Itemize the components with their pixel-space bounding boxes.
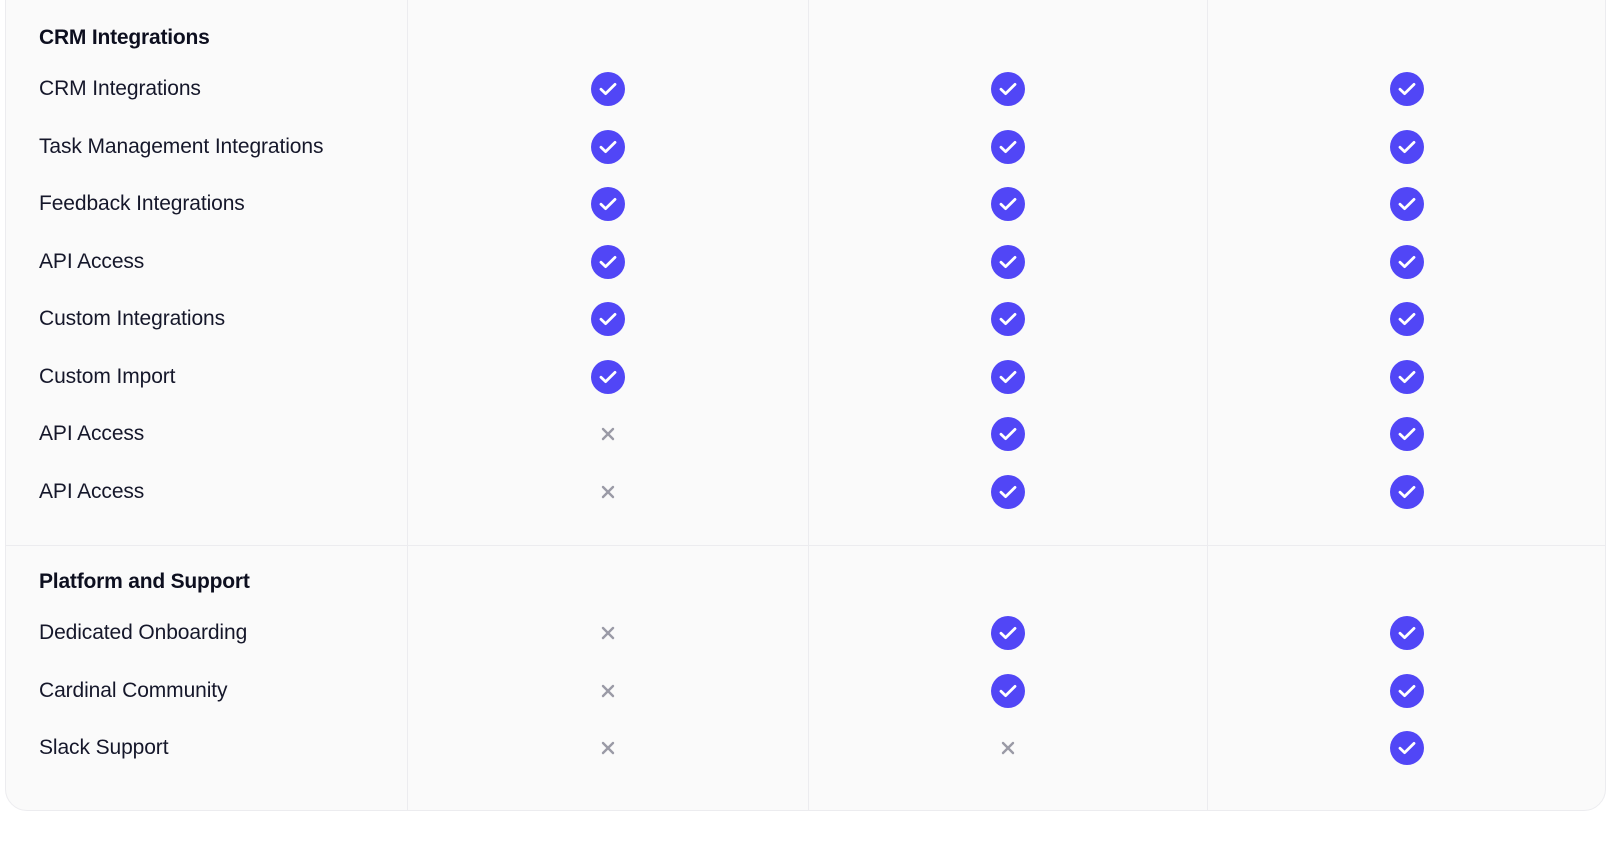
cross-icon (600, 683, 616, 699)
plan-2-cell (808, 60, 1207, 118)
table-row: API Access (6, 405, 1605, 463)
check-icon (990, 417, 1025, 451)
plan-1-cell (407, 405, 808, 463)
table-row: Cardinal Community (6, 662, 1605, 720)
feature-label: API Access (39, 479, 145, 503)
feature-label: Dedicated Onboarding (39, 621, 248, 644)
plan-1-cell (407, 463, 808, 521)
cross-icon (600, 484, 616, 500)
feature-label: Slack Support (39, 736, 169, 759)
check-icon (1390, 359, 1424, 394)
check-icon (990, 244, 1025, 279)
plan-1-cell (407, 348, 808, 406)
plan-1-cell (407, 290, 808, 348)
plan-2-cell (808, 175, 1207, 233)
plan-3-cell (1207, 405, 1605, 463)
plan-3-cell (1207, 118, 1605, 176)
table-row: Dedicated Onboarding (6, 604, 1605, 662)
feature-label: CRM Integrations (39, 77, 201, 100)
check-icon (590, 72, 625, 106)
plan-1-cell (407, 60, 808, 118)
table-row: Custom Import (6, 348, 1605, 406)
table-row: CRM Integrations (6, 60, 1605, 118)
plan-2-cell (808, 463, 1207, 521)
plan-2-cell (808, 662, 1207, 720)
check-icon (590, 244, 625, 279)
feature-label: Task Management Integrations (39, 134, 324, 158)
check-icon (990, 359, 1025, 394)
plan-1-cell (407, 118, 808, 176)
check-icon (1390, 731, 1424, 765)
table-row: API Access (6, 233, 1605, 291)
check-icon (1390, 72, 1424, 106)
plan-2-cell (808, 233, 1207, 291)
plan-3-cell (1207, 60, 1605, 118)
plan-3-cell (1207, 604, 1605, 662)
plan-2-cell (808, 118, 1207, 176)
plan-3-cell (1207, 463, 1605, 521)
check-icon (590, 187, 625, 221)
check-icon (1390, 129, 1424, 164)
table-row: Feedback Integrations (6, 175, 1605, 233)
check-icon (990, 302, 1025, 336)
section-title: CRM Integrations (39, 26, 210, 49)
check-icon (990, 72, 1025, 106)
check-icon (990, 129, 1025, 164)
plan-1-cell (407, 662, 808, 720)
section-divider (6, 545, 1605, 546)
feature-label: API Access (39, 422, 145, 445)
check-icon (1390, 244, 1424, 279)
plan-3-cell (1207, 233, 1605, 291)
table-row: Custom Integrations (6, 290, 1605, 348)
plan-2-cell (808, 348, 1207, 406)
check-icon (990, 474, 1025, 509)
feature-label: Cardinal Community (39, 678, 228, 702)
feature-label: API Access (39, 249, 145, 273)
table-row: Slack Support (6, 719, 1605, 777)
plan-1-cell (407, 175, 808, 233)
check-icon (1390, 616, 1424, 650)
check-icon (990, 616, 1025, 650)
feature-comparison-table: CRM Integrations CRM Integrations Task Man… (5, 0, 1606, 811)
check-icon (1390, 673, 1424, 708)
plan-1-cell (407, 719, 808, 777)
cross-icon (600, 625, 616, 641)
feature-label: Custom Import (39, 364, 176, 388)
plan-3-cell (1207, 175, 1605, 233)
check-icon (990, 187, 1025, 221)
section-title: Platform and Support (39, 570, 250, 593)
plan-3-cell (1207, 662, 1605, 720)
plan-2-cell (808, 290, 1207, 348)
cross-icon (600, 740, 616, 756)
plan-2-cell (808, 405, 1207, 463)
check-icon (1390, 302, 1424, 336)
feature-label: Custom Integrations (39, 307, 226, 330)
check-icon (990, 673, 1025, 708)
plan-2-cell (808, 719, 1207, 777)
table-row: Task Management Integrations (6, 118, 1605, 176)
check-icon (590, 129, 625, 164)
check-icon (1390, 474, 1424, 509)
plan-3-cell (1207, 290, 1605, 348)
check-icon (590, 359, 625, 394)
table-row: API Access (6, 463, 1605, 521)
check-icon (1390, 187, 1424, 221)
plan-2-cell (808, 604, 1207, 662)
plan-3-cell (1207, 348, 1605, 406)
plan-1-cell (407, 604, 808, 662)
cross-icon (1000, 740, 1016, 756)
feature-label: Feedback Integrations (39, 192, 245, 215)
cross-icon (600, 426, 616, 442)
plan-3-cell (1207, 719, 1605, 777)
check-icon (1390, 417, 1424, 451)
check-icon (590, 302, 625, 336)
plan-1-cell (407, 233, 808, 291)
